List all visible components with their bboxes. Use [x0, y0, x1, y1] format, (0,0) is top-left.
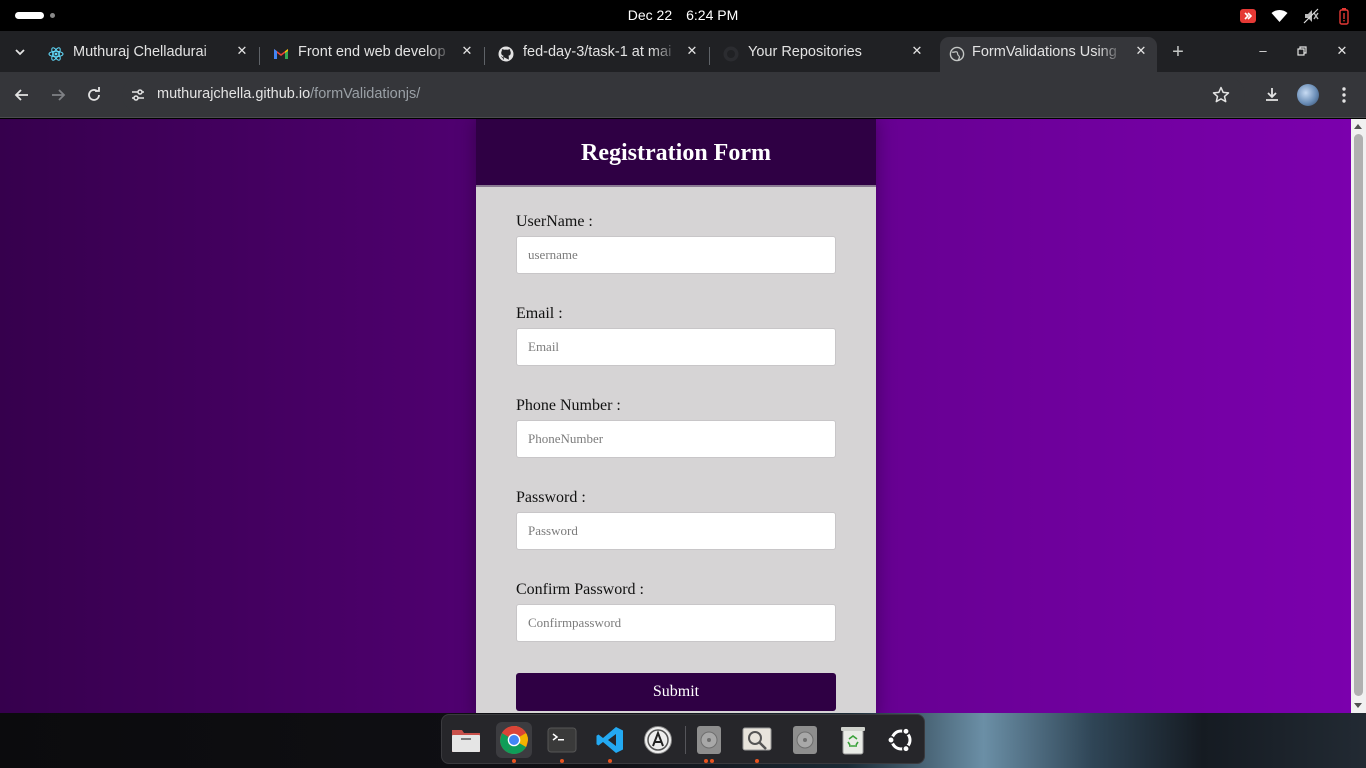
restore-button[interactable]	[1294, 43, 1310, 59]
scroll-down-arrow-icon[interactable]	[1354, 703, 1362, 708]
address-bar[interactable]: muthurajchella.github.io/formValidationj…	[122, 77, 1245, 113]
more-menu-icon[interactable]	[1334, 85, 1354, 105]
minimize-button[interactable]: –	[1255, 43, 1271, 59]
files-icon[interactable]	[448, 722, 484, 758]
tab-close-icon[interactable]: ✕	[685, 43, 699, 63]
tab-formvalidations[interactable]: FormValidations Using ✕	[940, 37, 1157, 72]
page-scrollbar[interactable]	[1351, 119, 1366, 713]
scrollbar-thumb[interactable]	[1354, 134, 1363, 696]
app-center-icon[interactable]	[640, 722, 676, 758]
phone-number-label: Phone Number :	[516, 397, 621, 414]
confirm-password-input[interactable]	[516, 604, 836, 642]
page-title: Registration Form	[581, 140, 771, 166]
tab-close-icon[interactable]: ✕	[910, 43, 924, 63]
web-page: Registration Form UserName : Email : Pho…	[0, 119, 1351, 713]
github-icon	[723, 46, 739, 62]
dock	[441, 714, 925, 764]
tab-search-chevron-icon[interactable]	[10, 44, 30, 60]
close-window-button[interactable]: ✕	[1334, 43, 1350, 59]
running-indicator	[512, 759, 516, 763]
phone-number-input[interactable]	[516, 420, 836, 458]
tab-title: FormValidations Using	[972, 44, 1124, 60]
volume-muted-icon[interactable]	[1303, 8, 1320, 25]
globe-icon	[949, 46, 965, 62]
tab-your-repositories[interactable]: Your Repositories ✕	[723, 37, 928, 72]
tab-separator	[484, 47, 485, 65]
dock-separator	[685, 726, 686, 754]
tab-muthuraj-chelladurai[interactable]: Muthuraj Chelladurai ✕	[48, 37, 253, 72]
system-top-bar: Dec 22 6:24 PM	[0, 0, 1366, 31]
url-path: /formValidationjs/	[310, 86, 421, 102]
running-indicator	[608, 759, 612, 763]
download-icon[interactable]	[1262, 85, 1282, 105]
scroll-up-arrow-icon[interactable]	[1354, 124, 1362, 129]
react-icon	[48, 46, 64, 62]
profile-avatar[interactable]	[1297, 84, 1319, 106]
browser-tab-strip: Muthuraj Chelladurai ✕ Front end web dev…	[0, 31, 1366, 72]
tab-close-icon[interactable]: ✕	[235, 43, 249, 63]
github-icon	[498, 46, 514, 62]
browser-toolbar: muthurajchella.github.io/formValidationj…	[0, 72, 1366, 118]
ubuntu-icon[interactable]	[883, 722, 919, 758]
wifi-icon[interactable]	[1271, 8, 1288, 25]
tab-fed-day-3-task-1[interactable]: fed-day-3/task-1 at mai ✕	[498, 37, 703, 72]
clock[interactable]: Dec 22 6:24 PM	[0, 7, 1366, 23]
vscode-icon[interactable]	[592, 722, 628, 763]
site-info-icon[interactable]	[129, 86, 147, 104]
registration-form-card: Registration Form UserName : Email : Pho…	[476, 119, 876, 713]
password-input[interactable]	[516, 512, 836, 550]
time-text: 6:24 PM	[686, 7, 739, 23]
tab-title: fed-day-3/task-1 at mai	[523, 44, 678, 60]
form-header: Registration Form	[476, 119, 876, 187]
running-indicator	[755, 759, 759, 763]
forward-button[interactable]	[48, 85, 68, 105]
username-label: UserName :	[516, 213, 593, 230]
app-indicator-icon[interactable]	[1239, 8, 1256, 25]
date-text: Dec 22	[627, 7, 673, 23]
system-tray[interactable]	[1239, 7, 1352, 25]
disk-icon[interactable]	[691, 722, 727, 763]
battery-low-icon[interactable]	[1335, 7, 1352, 25]
chrome-icon[interactable]	[496, 722, 532, 763]
tab-title: Your Repositories	[748, 44, 903, 60]
username-input[interactable]	[516, 236, 836, 274]
tab-close-icon[interactable]: ✕	[460, 43, 474, 63]
running-indicator	[560, 759, 564, 763]
terminal-icon[interactable]	[544, 722, 580, 763]
disk-icon[interactable]	[787, 722, 823, 758]
back-button[interactable]	[12, 85, 32, 105]
running-indicator	[710, 759, 714, 763]
password-label: Password :	[516, 489, 586, 506]
tab-separator	[709, 47, 710, 65]
reload-button[interactable]	[84, 85, 104, 105]
trash-icon[interactable]	[835, 722, 871, 758]
bookmark-star-icon[interactable]	[1211, 85, 1231, 105]
submit-button[interactable]: Submit	[516, 673, 836, 711]
email-label: Email :	[516, 305, 563, 322]
tab-close-icon[interactable]: ✕	[1134, 43, 1148, 63]
gmail-icon	[273, 46, 289, 62]
tab-front-end-web-develop[interactable]: Front end web develop ✕	[273, 37, 478, 72]
new-tab-button[interactable]: +	[1169, 42, 1187, 62]
url-text[interactable]: muthurajchella.github.io/formValidationj…	[157, 86, 420, 102]
tab-title: Front end web develop	[298, 44, 453, 60]
running-indicator	[704, 759, 708, 763]
image-viewer-icon[interactable]	[739, 722, 775, 763]
url-host: muthurajchella.github.io	[157, 86, 311, 102]
tab-title: Muthuraj Chelladurai	[73, 44, 228, 60]
email-input[interactable]	[516, 328, 836, 366]
confirm-password-label: Confirm Password :	[516, 581, 644, 598]
tab-separator	[259, 47, 260, 65]
